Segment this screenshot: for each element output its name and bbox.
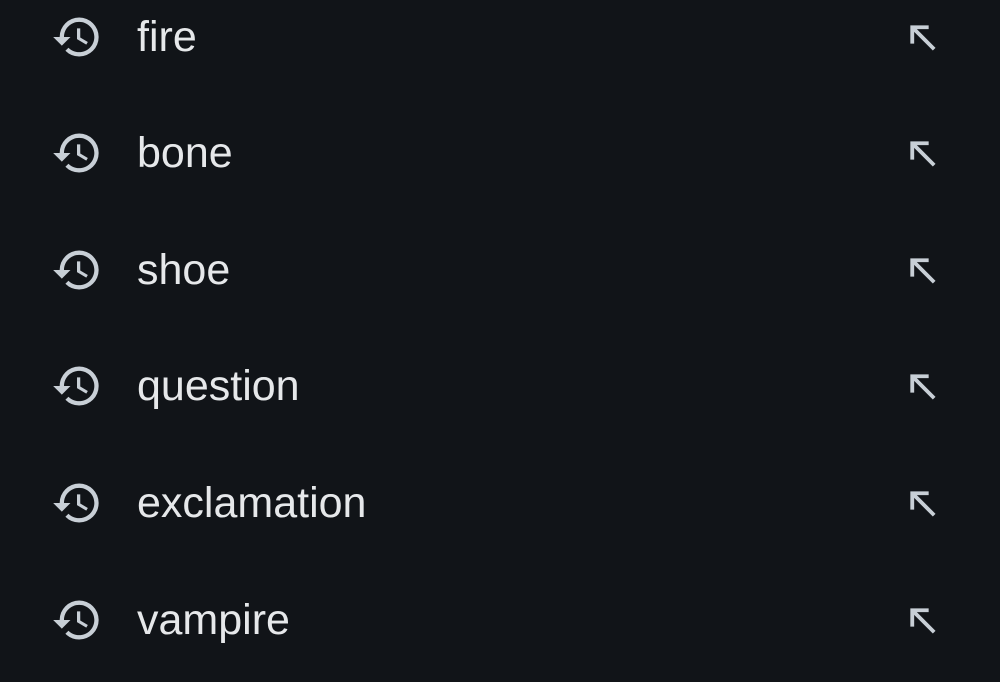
history-item-question[interactable]: question	[0, 328, 1000, 444]
history-icon	[51, 594, 103, 646]
arrow-up-left-icon	[910, 374, 936, 400]
history-icon	[51, 127, 103, 179]
history-item-vampire[interactable]: vampire	[0, 562, 1000, 678]
history-item-label: bone	[137, 128, 233, 177]
history-icon	[51, 360, 103, 412]
fill-query-button[interactable]	[896, 244, 948, 296]
history-item-bone[interactable]: bone	[0, 95, 1000, 211]
arrow-up-left-icon	[910, 25, 936, 51]
history-item-fire[interactable]: fire	[0, 0, 1000, 95]
search-history-list: fire bone shoe question exclamation vamp…	[0, 0, 1000, 682]
history-item-label: vampire	[137, 595, 290, 644]
history-item-shoe[interactable]: shoe	[0, 212, 1000, 328]
fill-query-button[interactable]	[896, 594, 948, 646]
history-item-label: question	[137, 361, 300, 410]
arrow-up-left-icon	[910, 608, 936, 634]
history-item-label: exclamation	[137, 478, 367, 527]
history-icon	[51, 11, 103, 63]
fill-query-button[interactable]	[896, 11, 948, 63]
arrow-up-left-icon	[910, 141, 936, 167]
history-item-label: fire	[137, 12, 197, 61]
fill-query-button[interactable]	[896, 127, 948, 179]
history-item-label: shoe	[137, 245, 231, 294]
fill-query-button[interactable]	[896, 360, 948, 412]
arrow-up-left-icon	[910, 258, 936, 284]
history-icon	[51, 477, 103, 529]
fill-query-button[interactable]	[896, 477, 948, 529]
arrow-up-left-icon	[910, 491, 936, 517]
history-item-exclamation[interactable]: exclamation	[0, 445, 1000, 561]
history-icon	[51, 244, 103, 296]
